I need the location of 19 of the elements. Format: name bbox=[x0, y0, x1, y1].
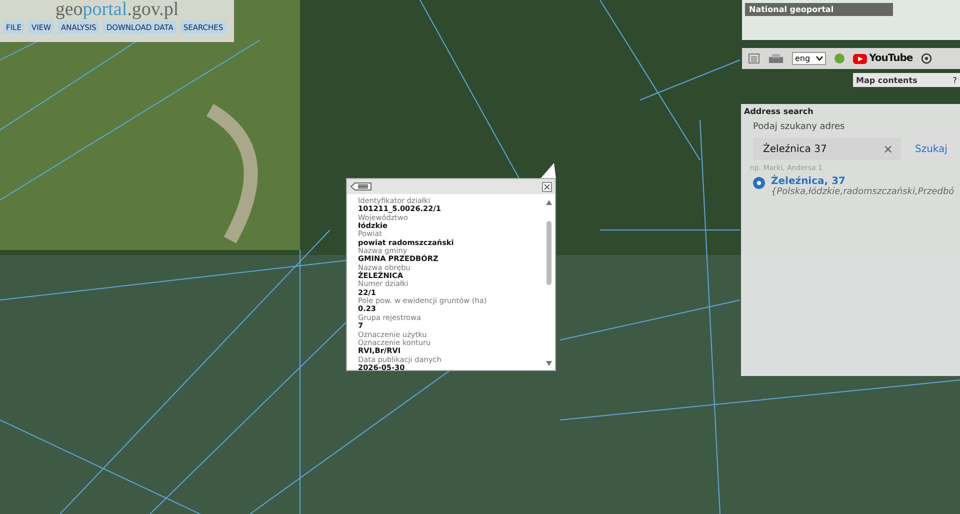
chevron-icon bbox=[816, 56, 824, 61]
printer-icon[interactable] bbox=[768, 53, 784, 64]
play-icon bbox=[853, 54, 868, 64]
youtube-link[interactable]: YouTube bbox=[853, 53, 913, 64]
result-link[interactable]: Żeleźnica, 37 bbox=[771, 176, 954, 187]
search-prompt: Podaj szukany adres bbox=[753, 122, 846, 132]
clear-button[interactable]: × bbox=[882, 142, 893, 156]
help-button[interactable]: ? bbox=[952, 76, 957, 84]
close-icon[interactable] bbox=[542, 182, 552, 192]
overview-map[interactable]: National geoportal bbox=[742, 0, 960, 40]
result-detail: {Polska,łódzkie,radomszczański,Przedbó bbox=[771, 187, 954, 197]
map-contents-title[interactable]: Map contents bbox=[856, 76, 918, 84]
address-input-field[interactable]: Żeleźnica 37 × bbox=[753, 138, 901, 160]
site-logo[interactable]: geoportal.gov.pl bbox=[55, 0, 179, 21]
list-icon[interactable] bbox=[350, 182, 372, 191]
language-select[interactable]: eng bbox=[792, 52, 826, 65]
radio-button[interactable] bbox=[753, 177, 765, 189]
overview-map-title: National geoportal bbox=[745, 3, 893, 16]
panel-title: Address search bbox=[744, 107, 814, 116]
